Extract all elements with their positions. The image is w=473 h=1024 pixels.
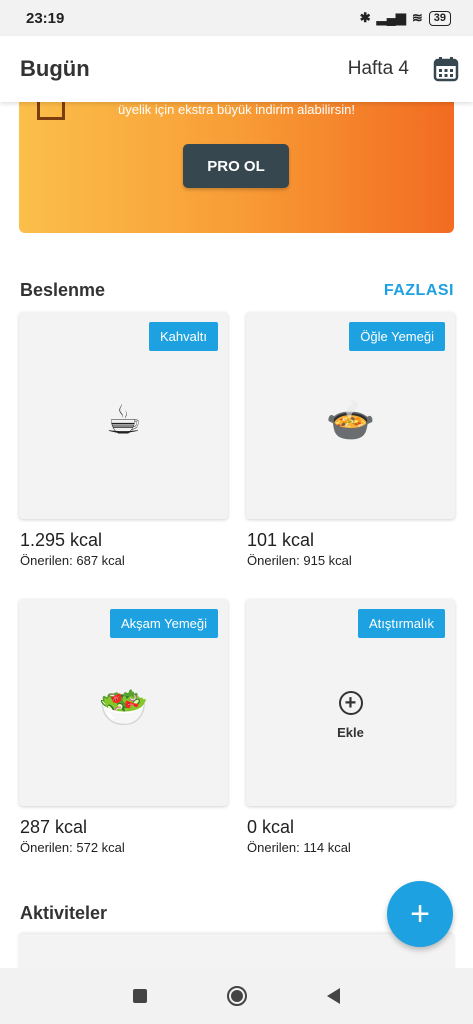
- meal-tag: Akşam Yemeği: [110, 609, 218, 638]
- bluetooth-icon: ✱: [359, 10, 371, 25]
- pro-button[interactable]: PRO OL: [183, 144, 289, 188]
- meal-card-lunch[interactable]: Öğle Yemeği 🍲: [246, 312, 455, 519]
- add-label: Ekle: [337, 725, 364, 740]
- recents-icon[interactable]: [133, 989, 147, 1003]
- meal-kcal: 1.295 kcal: [20, 530, 103, 550]
- meal-tag: Öğle Yemeği: [349, 322, 445, 351]
- wifi-icon: ≋: [411, 10, 423, 25]
- meal-tag: Kahvaltı: [149, 322, 218, 351]
- status-bar: 23:19 ✱ ▂▄▆ ≋ 39: [0, 0, 473, 36]
- meal-tag: Atıştırmalık: [357, 609, 445, 638]
- meal-suggested: Önerilen: 687 kcal: [20, 553, 125, 568]
- meal-card-snack[interactable]: Atıştırmalık + Ekle: [246, 599, 455, 806]
- back-icon[interactable]: [327, 988, 340, 1004]
- status-time: 23:19: [26, 9, 65, 27]
- calendar-icon[interactable]: [433, 56, 459, 82]
- activities-title: Aktiviteler: [20, 903, 108, 923]
- coffee-cup-icon: ☕: [105, 397, 142, 444]
- home-icon[interactable]: [227, 986, 247, 1006]
- nutrition-title: Beslenme: [20, 280, 106, 300]
- pot-of-food-icon: 🍲: [325, 397, 376, 444]
- meal-card-breakfast[interactable]: Kahvaltı ☕: [19, 312, 228, 519]
- add-fab-button[interactable]: +: [387, 881, 453, 947]
- meal-suggested: Önerilen: 114 kcal: [247, 840, 351, 855]
- meal-kcal: 101 kcal: [247, 530, 315, 550]
- nutrition-header: Beslenme FAZLASI: [20, 280, 454, 301]
- week-selector[interactable]: Hafta 4: [348, 58, 409, 80]
- meal-suggested: Önerilen: 572 kcal: [20, 840, 125, 855]
- meal-card-dinner[interactable]: Akşam Yemeği 🥗: [19, 599, 228, 806]
- promo-text: üyelik için ekstra büyük indirim alabili…: [118, 102, 355, 117]
- status-icons: ✱ ▂▄▆ ≋ 39: [360, 10, 451, 26]
- signal-icon: ▂▄▆: [376, 10, 406, 25]
- plus-circle-icon: +: [338, 691, 363, 715]
- app-bar: Bugün Hafta 4: [0, 36, 473, 102]
- add-snack-button[interactable]: + Ekle: [246, 691, 455, 740]
- promo-banner: üyelik için ekstra büyük indirim alabili…: [19, 102, 454, 233]
- more-link[interactable]: FAZLASI: [384, 282, 454, 300]
- meal-kcal: 0 kcal: [247, 817, 295, 837]
- system-nav-bar: [0, 968, 473, 1024]
- battery-indicator: 39: [428, 10, 451, 26]
- meal-kcal: 287 kcal: [20, 817, 88, 837]
- page-title: Bugün: [20, 56, 90, 81]
- meal-suggested: Önerilen: 915 kcal: [247, 553, 352, 568]
- salad-icon: 🥗: [98, 684, 149, 731]
